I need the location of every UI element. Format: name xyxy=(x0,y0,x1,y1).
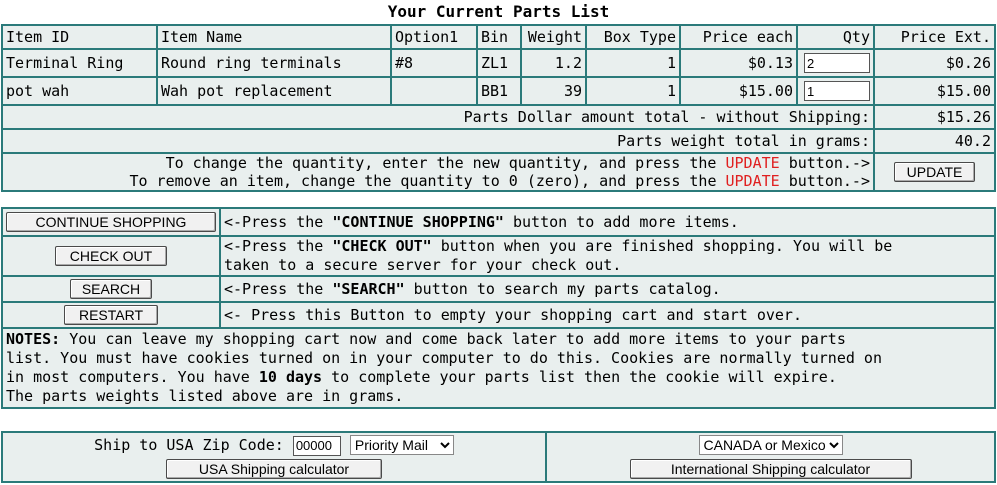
search-text-bold: "SEARCH" xyxy=(332,280,405,298)
col-header-bin: Bin xyxy=(476,24,522,50)
checkout-text-bold: "CHECK OUT" xyxy=(332,237,432,255)
option-cell xyxy=(390,76,478,106)
notes-label: NOTES: xyxy=(6,330,61,348)
notes-line1: You can leave my shopping cart now and c… xyxy=(60,330,846,348)
update-line1-c: button.-> xyxy=(779,154,870,172)
search-row: SEARCH <-Press the "SEARCH" button to se… xyxy=(1,275,996,303)
dollar-total-value: $15.26 xyxy=(873,104,996,130)
restart-row: RESTART <- Press this Button to empty yo… xyxy=(1,301,996,329)
parts-table: Item ID Item Name Option1 Bin Weight Box… xyxy=(1,24,996,192)
box-type-cell: 1 xyxy=(585,76,681,106)
table-row: Terminal Ring Round ring terminals #8 ZL… xyxy=(1,48,996,78)
check-out-button[interactable]: CHECK OUT xyxy=(55,246,167,266)
checkout-row: CHECK OUT <-Press the "CHECK OUT" button… xyxy=(1,235,996,277)
price-ext-cell: $0.26 xyxy=(873,48,996,78)
qty-cell xyxy=(796,76,875,106)
dollar-total-row: Parts Dollar amount total - without Ship… xyxy=(1,104,996,130)
shipping-row: Ship to USA Zip Code: Priority Mail USA … xyxy=(1,431,996,483)
table-row: pot wah Wah pot replacement BB1 39 1 $15… xyxy=(1,76,996,106)
col-header-qty: Qty xyxy=(796,24,875,50)
table-header-row: Item ID Item Name Option1 Bin Weight Box… xyxy=(1,24,996,50)
update-row: To change the quantity, enter the new qu… xyxy=(1,152,996,192)
search-text-pre: <-Press the xyxy=(224,280,333,298)
item-name-cell: Wah pot replacement xyxy=(156,76,392,106)
price-each-cell: $15.00 xyxy=(679,76,798,106)
weight-total-label: Parts weight total in grams: xyxy=(1,128,875,154)
update-line2-c: button.-> xyxy=(779,172,870,190)
restart-text: <- Press this Button to empty your shopp… xyxy=(219,301,996,329)
actions-table: CONTINUE SHOPPING <-Press the "CONTINUE … xyxy=(1,207,996,409)
item-id-cell: Terminal Ring xyxy=(1,48,158,78)
price-each-cell: $0.13 xyxy=(679,48,798,78)
col-header-price-each: Price each xyxy=(679,24,798,50)
usa-shipping-calculator-button[interactable]: USA Shipping calculator xyxy=(166,459,382,479)
zip-code-input[interactable] xyxy=(292,435,341,456)
update-instructions: To change the quantity, enter the new qu… xyxy=(1,152,875,192)
zip-label: Ship to USA Zip Code: xyxy=(94,436,284,454)
weight-cell: 1.2 xyxy=(520,48,587,78)
notes-line2: list. You must have cookies turned on in… xyxy=(6,349,882,367)
option-cell: #8 xyxy=(390,48,478,78)
checkout-button-cell: CHECK OUT xyxy=(1,235,221,277)
update-line2-a: To remove an item, change the quantity t… xyxy=(129,172,726,190)
box-type-cell: 1 xyxy=(585,48,681,78)
page-title: Your Current Parts List xyxy=(387,2,610,21)
qty-input[interactable] xyxy=(804,81,870,101)
col-header-box-type: Box Type xyxy=(585,24,681,50)
dollar-total-label: Parts Dollar amount total - without Ship… xyxy=(1,104,875,130)
checkout-text-post: button when you are finished shopping. Y… xyxy=(431,237,893,255)
restart-button-cell: RESTART xyxy=(1,301,221,329)
notes-line3c: to complete your parts list then the coo… xyxy=(322,368,837,386)
checkout-text-line2: taken to a secure server for your check … xyxy=(224,256,622,274)
continue-text-pre: <-Press the xyxy=(224,213,333,231)
weight-total-value: 40.2 xyxy=(873,128,996,154)
notes-days: 10 days xyxy=(258,368,323,386)
continue-text: <-Press the "CONTINUE SHOPPING" button t… xyxy=(219,207,996,237)
col-header-item-name: Item Name xyxy=(156,24,392,50)
price-ext-cell: $15.00 xyxy=(873,76,996,106)
notes-line3a: in most computers. You have xyxy=(6,368,259,386)
continue-shopping-button[interactable]: CONTINUE SHOPPING xyxy=(6,212,216,232)
continue-row: CONTINUE SHOPPING <-Press the "CONTINUE … xyxy=(1,207,996,237)
usa-shipping-cell: Ship to USA Zip Code: Priority Mail USA … xyxy=(1,431,547,483)
update-keyword: UPDATE xyxy=(725,154,780,172)
search-button-cell: SEARCH xyxy=(1,275,221,303)
weight-cell: 39 xyxy=(520,76,587,106)
continue-text-bold: "CONTINUE SHOPPING" xyxy=(332,213,504,231)
restart-button[interactable]: RESTART xyxy=(64,305,158,325)
checkout-text-pre: <-Press the xyxy=(224,237,333,255)
continue-button-cell: CONTINUE SHOPPING xyxy=(1,207,221,237)
notes-row: NOTES: You can leave my shopping cart no… xyxy=(1,327,996,409)
weight-total-row: Parts weight total in grams: 40.2 xyxy=(1,128,996,154)
usa-shipping-method-select[interactable]: Priority Mail xyxy=(349,435,454,455)
checkout-text: <-Press the "CHECK OUT" button when you … xyxy=(219,235,996,277)
item-id-cell: pot wah xyxy=(1,76,158,106)
bin-cell: ZL1 xyxy=(476,48,522,78)
update-line1-a: To change the quantity, enter the new qu… xyxy=(165,154,726,172)
update-button-cell: UPDATE xyxy=(873,152,996,192)
notes-line4: The parts weights listed above are in gr… xyxy=(6,387,404,405)
search-button[interactable]: SEARCH xyxy=(70,279,152,299)
search-text: <-Press the "SEARCH" button to search my… xyxy=(219,275,996,303)
col-header-weight: Weight xyxy=(520,24,587,50)
qty-input[interactable] xyxy=(804,53,870,73)
item-name-cell: Round ring terminals xyxy=(156,48,392,78)
update-keyword: UPDATE xyxy=(725,172,780,190)
qty-cell xyxy=(796,48,875,78)
col-header-option1: Option1 xyxy=(390,24,478,50)
bin-cell: BB1 xyxy=(476,76,522,106)
international-shipping-calculator-button[interactable]: International Shipping calculator xyxy=(629,459,912,479)
col-header-price-ext: Price Ext. xyxy=(873,24,996,50)
update-button[interactable]: UPDATE xyxy=(893,162,976,182)
intl-shipping-cell: CANADA or Mexico International Shipping … xyxy=(545,431,996,483)
search-text-post: button to search my parts catalog. xyxy=(404,280,721,298)
shipping-table: Ship to USA Zip Code: Priority Mail USA … xyxy=(1,431,996,483)
continue-text-post: button to add more items. xyxy=(503,213,739,231)
intl-region-select[interactable]: CANADA or Mexico xyxy=(698,435,843,455)
col-header-item-id: Item ID xyxy=(1,24,158,50)
notes-text: NOTES: You can leave my shopping cart no… xyxy=(1,327,996,409)
